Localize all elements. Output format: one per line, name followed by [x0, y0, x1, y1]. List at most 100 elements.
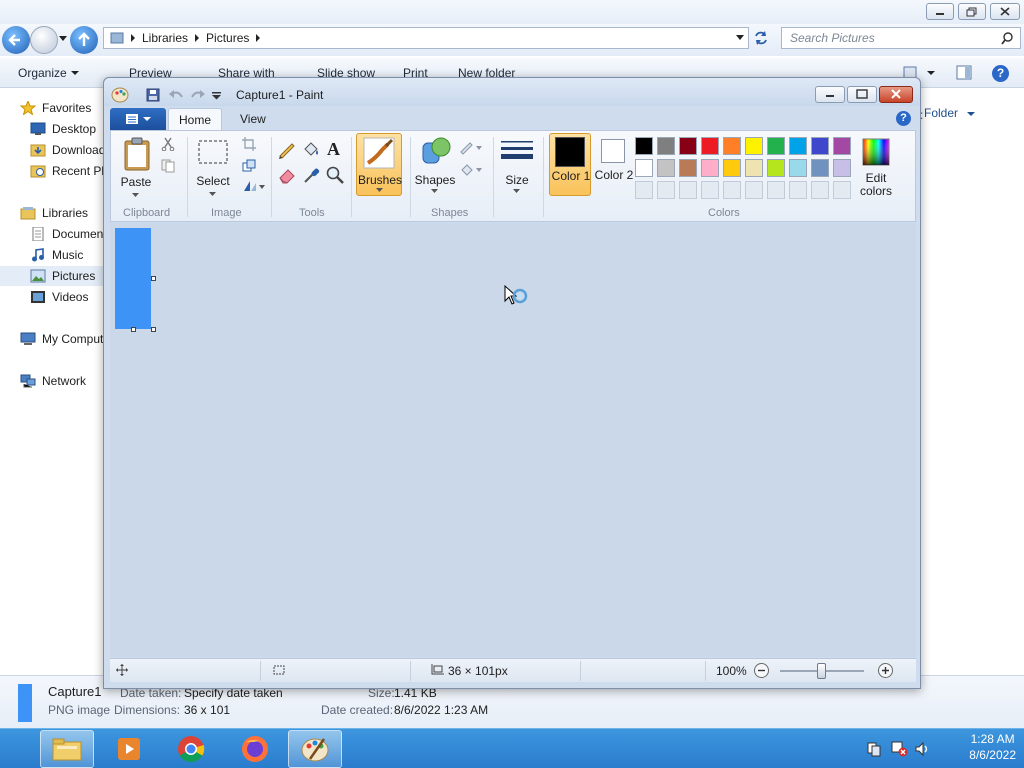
taskbar-explorer-button[interactable]: [40, 730, 94, 768]
palette-swatch[interactable]: [811, 137, 829, 155]
nav-music[interactable]: Music: [0, 245, 104, 265]
palette-empty-slot[interactable]: [745, 181, 763, 199]
nav-downloads[interactable]: Downloads: [0, 140, 104, 160]
palette-empty-slot[interactable]: [635, 181, 653, 199]
search-icon[interactable]: [1001, 31, 1014, 45]
palette-swatch[interactable]: [811, 159, 829, 177]
nav-documents[interactable]: Documents: [0, 224, 104, 244]
breadcrumb-libraries[interactable]: Libraries: [142, 31, 188, 45]
address-dropdown-icon[interactable]: [736, 35, 744, 41]
paint-minimize-button[interactable]: [815, 86, 845, 103]
palette-swatch[interactable]: [679, 137, 697, 155]
palette-swatch[interactable]: [833, 159, 851, 177]
zoom-out-button[interactable]: [754, 663, 769, 678]
palette-swatch[interactable]: [745, 137, 763, 155]
color-picker-tool-icon[interactable]: [301, 165, 321, 185]
paint-app-icon[interactable]: [111, 87, 129, 103]
select-button[interactable]: Select: [195, 137, 231, 199]
palette-swatch[interactable]: [701, 137, 719, 155]
address-bar[interactable]: Libraries Pictures: [103, 27, 749, 49]
palette-empty-slot[interactable]: [811, 181, 829, 199]
nav-videos[interactable]: Videos: [0, 287, 104, 307]
network-status-icon[interactable]: [890, 741, 908, 757]
palette-swatch[interactable]: [657, 137, 675, 155]
shapes-button[interactable]: Shapes: [413, 135, 457, 197]
palette-swatch[interactable]: [635, 159, 653, 177]
palette-swatch[interactable]: [701, 159, 719, 177]
search-input[interactable]: Search Pictures: [781, 27, 1021, 49]
crop-icon[interactable]: [242, 137, 256, 151]
volume-icon[interactable]: [914, 741, 930, 757]
taskbar-media-player-button[interactable]: [102, 730, 156, 768]
up-button[interactable]: [70, 26, 98, 54]
fill-shape-icon[interactable]: [459, 161, 483, 177]
color2-button[interactable]: Color 2: [593, 133, 635, 196]
palette-swatch[interactable]: [723, 159, 741, 177]
text-tool-icon[interactable]: A: [325, 138, 345, 158]
palette-swatch[interactable]: [789, 137, 807, 155]
nav-desktop[interactable]: Desktop: [0, 119, 104, 139]
nav-network[interactable]: Network: [0, 371, 104, 391]
taskbar-paint-button[interactable]: [288, 730, 342, 768]
redo-icon[interactable]: [190, 88, 206, 102]
nav-pictures[interactable]: Pictures: [0, 266, 104, 286]
nav-libraries[interactable]: Libraries: [0, 203, 104, 223]
action-center-icon[interactable]: [866, 741, 882, 757]
nav-recent-places[interactable]: Recent Places: [0, 161, 104, 181]
palette-swatch[interactable]: [723, 137, 741, 155]
paint-app-menu-button[interactable]: [110, 108, 166, 130]
forward-button[interactable]: [30, 26, 58, 54]
arrange-by-dropdown[interactable]: Folder: [924, 106, 976, 120]
palette-empty-slot[interactable]: [701, 181, 719, 199]
palette-swatch[interactable]: [789, 159, 807, 177]
palette-swatch[interactable]: [745, 159, 763, 177]
magnifier-tool-icon[interactable]: [325, 165, 345, 185]
paint-close-button[interactable]: [879, 86, 913, 103]
zoom-in-button[interactable]: [878, 663, 893, 678]
paint-help-icon[interactable]: ?: [896, 111, 911, 126]
explorer-maximize-button[interactable]: [958, 3, 986, 20]
organize-menu[interactable]: Organize: [18, 66, 67, 80]
palette-empty-slot[interactable]: [767, 181, 785, 199]
help-icon[interactable]: ?: [992, 65, 1009, 82]
tab-home[interactable]: Home: [168, 108, 223, 130]
paste-button[interactable]: Paste: [117, 135, 155, 199]
palette-swatch[interactable]: [833, 137, 851, 155]
taskbar-firefox-button[interactable]: [228, 730, 282, 768]
edit-colors-button[interactable]: Edit colors: [855, 135, 897, 198]
palette-swatch[interactable]: [767, 137, 785, 155]
palette-empty-slot[interactable]: [657, 181, 675, 199]
resize-handle-bottom[interactable]: [131, 327, 136, 332]
fill-tool-icon[interactable]: [301, 139, 321, 159]
color1-button[interactable]: Color 1: [549, 133, 591, 196]
pencil-tool-icon[interactable]: [277, 139, 297, 159]
resize-icon[interactable]: [242, 159, 256, 173]
palette-empty-slot[interactable]: [679, 181, 697, 199]
palette-swatch[interactable]: [679, 159, 697, 177]
outline-icon[interactable]: [459, 139, 483, 155]
size-button[interactable]: Size: [497, 135, 537, 197]
nav-favorites[interactable]: Favorites: [0, 98, 104, 118]
nav-my-computer[interactable]: My Computer: [0, 329, 104, 349]
zoom-slider-thumb[interactable]: [817, 663, 826, 679]
palette-empty-slot[interactable]: [723, 181, 741, 199]
save-icon[interactable]: [146, 88, 160, 102]
quick-access-dropdown-icon[interactable]: [212, 92, 221, 100]
brushes-button[interactable]: Brushes: [356, 133, 402, 196]
palette-empty-slot[interactable]: [833, 181, 851, 199]
rotate-icon[interactable]: [242, 179, 266, 193]
eraser-tool-icon[interactable]: [277, 165, 297, 185]
recent-pages-dropdown-icon[interactable]: [59, 36, 67, 42]
explorer-minimize-button[interactable]: [926, 3, 954, 20]
canvas-image[interactable]: [115, 228, 151, 329]
copy-icon[interactable]: [161, 159, 175, 173]
paint-maximize-button[interactable]: [847, 86, 877, 103]
refresh-icon[interactable]: [752, 30, 770, 46]
palette-swatch[interactable]: [657, 159, 675, 177]
palette-swatch[interactable]: [635, 137, 653, 155]
cut-icon[interactable]: [161, 137, 175, 151]
taskbar-chrome-button[interactable]: [164, 730, 218, 768]
palette-swatch[interactable]: [767, 159, 785, 177]
clock[interactable]: 1:28 AM 8/6/2022: [969, 731, 1016, 763]
breadcrumb-pictures[interactable]: Pictures: [206, 31, 249, 45]
